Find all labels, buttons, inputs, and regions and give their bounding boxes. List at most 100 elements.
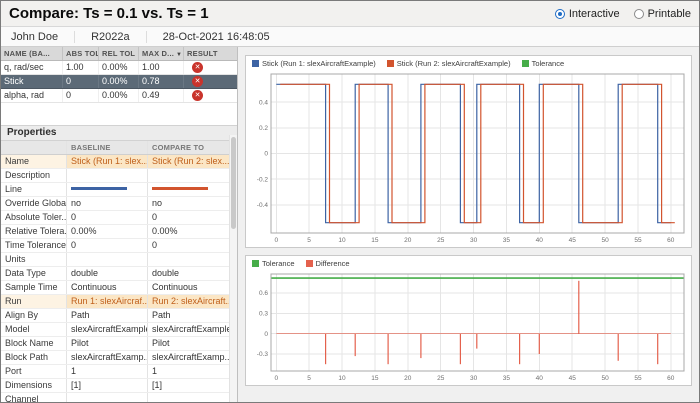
max-diff-cell: 0.78 (139, 75, 184, 88)
difference-chart-container: Tolerance Difference 0 5 10 15 20 25 30 35 40 45 50… (245, 255, 692, 386)
result-cell: ✕ (184, 75, 237, 88)
difference-chart[interactable]: 0 5 10 15 20 25 30 35 40 45 50 55 60 0.6 0.3 0 -0.3 (246, 269, 690, 385)
property-row-run: Run Run 1: slexAircraf... Run 2: slexAircr… (1, 295, 229, 309)
sdi-compare-report-window: Compare: Ts = 0.1 vs. Ts = 1 Interactive… (0, 0, 700, 403)
column-header-rel-tol[interactable]: REL TOL (99, 47, 139, 60)
compare-value[interactable]: 0 (148, 239, 229, 252)
x-tick-label: 45 (569, 375, 577, 382)
legend-label: Difference (315, 259, 350, 268)
baseline-value (67, 393, 148, 402)
x-tick-label: 10 (338, 237, 346, 244)
property-row-model: Model slexAircraftExample slexAircraftExam… (1, 323, 229, 337)
signal-name-cell: q, rad/sec (1, 61, 63, 74)
baseline-value[interactable]: 0 (67, 239, 148, 252)
property-row-channel: Channel (1, 393, 229, 402)
x-tick-label: 60 (667, 237, 675, 244)
rel-tol-cell: 0.00% (99, 61, 139, 74)
x-tick-label: 0 (274, 237, 278, 244)
user-name: John Doe (11, 30, 59, 43)
column-header-abs-tol[interactable]: ABS TOL (63, 47, 99, 60)
signal-row-q-rad-sec[interactable]: q, rad/sec 1.00 0.00% 1.00 ✕ (1, 61, 237, 75)
compare-value[interactable]: no (148, 197, 229, 210)
legend-item-stick-run-2-slexaircraftexample: Stick (Run 2: slexAircraftExample) (386, 59, 511, 68)
properties-scrollbar[interactable] (229, 135, 237, 402)
column-header-compare-to: COMPARE TO (152, 143, 205, 152)
baseline-value[interactable]: 0 (67, 211, 148, 224)
view-mode-radio-group: Interactive Printable (541, 8, 691, 20)
legend-swatch-icon (386, 60, 394, 67)
abs-tol-cell: 0 (63, 75, 99, 88)
property-row-line: Line (1, 183, 229, 197)
y-tick-label: 0 (264, 331, 268, 338)
x-tick-label: 0 (274, 375, 278, 382)
baseline-value[interactable]: no (67, 197, 148, 210)
x-tick-label: 55 (634, 237, 642, 244)
compare-value: slexAircraftExamp... (152, 352, 229, 362)
signal-comparison-table: NAME (BA... ABS TOL REL TOL MAX D... ▼ RESULT… (1, 47, 237, 103)
compare-value: Run 2: slexAircraft... (148, 295, 229, 308)
compare-value: Pilot (152, 338, 170, 348)
property-row-description: Description (1, 169, 229, 183)
property-row-override-globa: Override Globa... no no (1, 197, 229, 211)
baseline-value: slexAircraftExamp... (67, 351, 148, 364)
property-label: Name (1, 155, 67, 168)
matlab-release: R2022a (74, 30, 146, 43)
x-tick-label: 20 (404, 375, 412, 382)
x-tick-label: 5 (307, 375, 311, 382)
legend-swatch-icon (305, 260, 313, 267)
x-tick-label: 5 (307, 237, 311, 244)
fail-icon: ✕ (192, 90, 203, 101)
y-tick-label: 0.6 (259, 290, 268, 297)
compare-value[interactable]: 0.00% (148, 225, 229, 238)
property-label: Block Path (1, 351, 67, 364)
property-label: Channel (1, 393, 67, 402)
signal-chart[interactable]: 0 5 10 15 20 25 30 35 40 45 50 55 60 0.4 0.2 0 -0.2 -0.4 (246, 69, 690, 247)
compare-value[interactable]: 0 (148, 211, 229, 224)
y-tick-label: 0 (264, 151, 268, 158)
property-label: Model (1, 323, 67, 336)
column-header-name-ba[interactable]: NAME (BA... (1, 47, 63, 60)
legend-label: Tolerance (262, 259, 295, 268)
column-header-label: RESULT (187, 49, 218, 58)
view-mode-interactive[interactable]: Interactive (554, 7, 620, 20)
column-header-max-d[interactable]: MAX D... ▼ (139, 47, 184, 60)
property-row-align-by: Align By Path Path (1, 309, 229, 323)
sort-desc-icon: ▼ (176, 52, 183, 58)
abs-tol-cell: 0 (63, 89, 99, 102)
signal-chart-legend: Stick (Run 1: slexAircraftExample) Stick … (246, 56, 691, 69)
baseline-value: Path (67, 309, 148, 322)
property-column-spacer (1, 141, 67, 154)
x-tick-label: 25 (437, 237, 445, 244)
column-header-label: ABS TOL (66, 49, 99, 58)
property-row-relative-tolera: Relative Tolera... 0.00% 0.00% (1, 225, 229, 239)
legend-swatch-icon (252, 60, 259, 67)
signal-chart-container: Stick (Run 1: slexAircraftExample) Stick … (245, 55, 692, 248)
view-mode-printable[interactable]: Printable (633, 8, 691, 20)
baseline-line-cell (67, 183, 148, 196)
property-label: Description (1, 169, 67, 182)
compare-value: Continuous (152, 282, 198, 292)
scrollbar-thumb[interactable] (231, 137, 236, 229)
signal-row-alpha-rad[interactable]: alpha, rad 0 0.00% 0.49 ✕ (1, 89, 237, 103)
x-tick-label: 10 (338, 375, 346, 382)
main-area: NAME (BA... ABS TOL REL TOL MAX D... ▼ RESULT… (1, 47, 699, 402)
x-tick-label: 15 (371, 237, 379, 244)
y-tick-label: -0.2 (257, 176, 269, 183)
property-label: Line (1, 183, 67, 196)
signal-name-cell: alpha, rad (1, 89, 63, 102)
property-row-dimensions: Dimensions [1] [1] (1, 379, 229, 393)
legend-item-stick-run-1-slexaircraftexample: Stick (Run 1: slexAircraftExample) (252, 59, 376, 68)
compare-value (148, 393, 229, 402)
baseline-value (67, 169, 148, 182)
column-header-label: REL TOL (102, 49, 136, 58)
x-tick-label: 30 (470, 375, 478, 382)
y-tick-label: 0.2 (259, 125, 268, 132)
signal-row-stick[interactable]: Stick 0 0.00% 0.78 ✕ (1, 75, 237, 89)
column-header-label: NAME (BA... (4, 49, 50, 58)
column-header-result[interactable]: RESULT (184, 47, 237, 60)
baseline-value[interactable]: 0.00% (67, 225, 148, 238)
property-label: Block Name (1, 337, 67, 350)
view-mode-label: Interactive (568, 7, 620, 20)
property-label: Data Type (1, 267, 67, 280)
legend-item-tolerance: Tolerance (252, 259, 295, 268)
